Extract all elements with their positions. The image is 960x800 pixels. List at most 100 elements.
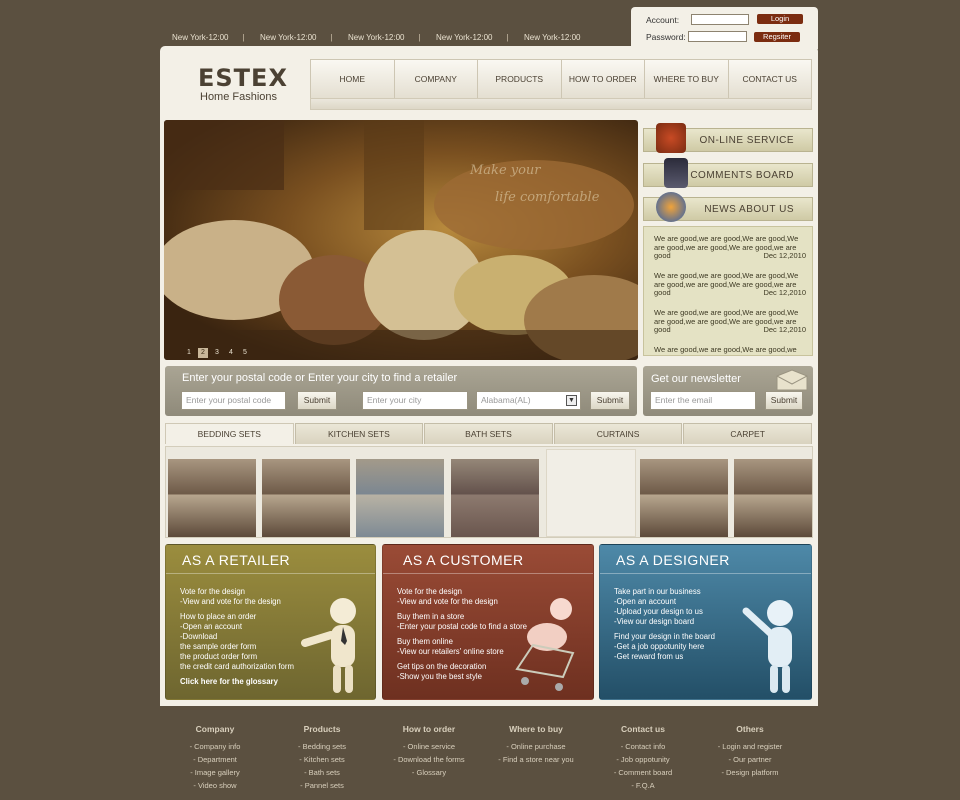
comments-board-button[interactable]: COMMENTS BOARD bbox=[643, 158, 813, 188]
footer-link[interactable]: - Download the forms bbox=[374, 753, 484, 766]
clock: New York-12:00 bbox=[524, 33, 581, 42]
footer-link[interactable]: - Department bbox=[160, 753, 270, 766]
panel-link[interactable]: -Upload your design to us bbox=[614, 607, 703, 617]
retailer-panel-title: AS A RETAILER bbox=[182, 552, 291, 568]
footer-link[interactable]: - Image gallery bbox=[160, 766, 270, 779]
news-globe-icon bbox=[656, 192, 686, 222]
news-list: We are good,we are good,We are good,We a… bbox=[643, 226, 813, 356]
slide-dot-active[interactable]: 2 bbox=[198, 348, 208, 358]
panel-link[interactable]: -Open an account bbox=[614, 597, 676, 607]
slide-dot[interactable]: 3 bbox=[212, 348, 222, 358]
clock: New York-12:00 | bbox=[260, 33, 333, 42]
footer-link[interactable]: - Video show bbox=[160, 779, 270, 792]
footer-link[interactable]: - Our partner bbox=[695, 753, 805, 766]
panel-link[interactable]: -Show you the best style bbox=[397, 672, 482, 682]
nav-home[interactable]: HOME bbox=[311, 60, 395, 98]
city-input[interactable]: Enter your city bbox=[362, 391, 468, 410]
retailer-search-bar: Enter your postal code or Enter your cit… bbox=[165, 366, 637, 416]
panel-heading: Vote for the design bbox=[397, 587, 463, 596]
panel-link[interactable]: -View our design board bbox=[614, 617, 694, 627]
login-button[interactable]: Login bbox=[757, 14, 803, 24]
news-about-us-label: NEWS ABOUT US bbox=[704, 203, 794, 215]
panel-heading: Find your design in the board bbox=[614, 632, 715, 641]
nav-products[interactable]: PRODUCTS bbox=[478, 60, 562, 98]
slide-dot[interactable]: 1 bbox=[184, 348, 194, 358]
tab-curtains[interactable]: CURTAINS bbox=[553, 423, 683, 444]
world-clocks: New York-12:00 | New York-12:00 | New York… bbox=[172, 33, 612, 45]
glossary-link[interactable]: Click here for the glossary bbox=[180, 677, 278, 687]
footer-link[interactable]: - Design platform bbox=[695, 766, 805, 779]
product-thumbnail[interactable] bbox=[640, 459, 728, 537]
footer-link[interactable]: - Login and register bbox=[695, 740, 805, 753]
product-thumbnail[interactable] bbox=[734, 459, 812, 537]
password-field[interactable] bbox=[688, 31, 747, 42]
panel-link[interactable]: the sample order form bbox=[180, 642, 256, 652]
news-about-us-button[interactable]: NEWS ABOUT US bbox=[643, 192, 813, 222]
city-submit-button[interactable]: Submit bbox=[590, 391, 630, 410]
clock: New York-12:00 | bbox=[172, 33, 245, 42]
panel-link[interactable]: -Get a job oppotunity here bbox=[614, 642, 704, 652]
product-thumbnail[interactable] bbox=[168, 459, 256, 537]
footer-column-products: Products - Bedding sets - Kitchen sets -… bbox=[267, 724, 377, 792]
account-field[interactable] bbox=[691, 14, 749, 25]
slide-indicators: 1 2 3 4 5 bbox=[184, 348, 250, 358]
panel-link[interactable]: -Get reward from us bbox=[614, 652, 683, 662]
register-button[interactable]: Regsiter bbox=[754, 32, 800, 42]
password-label: Password: bbox=[646, 32, 686, 42]
tab-bath-sets[interactable]: BATH SETS bbox=[424, 423, 553, 444]
tab-carpet[interactable]: CARPET bbox=[683, 423, 812, 444]
product-thumbnail[interactable] bbox=[451, 459, 539, 537]
newsletter-submit-button[interactable]: Submit bbox=[765, 391, 803, 410]
footer: Company - Company info - Department - Im… bbox=[160, 706, 818, 800]
footer-link[interactable]: - Job oppotunity bbox=[588, 753, 698, 766]
nav-contact-us[interactable]: CONTACT US bbox=[729, 60, 812, 98]
panel-link[interactable]: the product order form bbox=[180, 652, 257, 662]
hero-slideshow[interactable] bbox=[164, 120, 638, 360]
product-thumbnail[interactable] bbox=[262, 459, 350, 537]
footer-link[interactable]: - Bedding sets bbox=[267, 740, 377, 753]
postal-code-input[interactable]: Enter your postal code bbox=[181, 391, 286, 410]
panel-link[interactable]: -Download bbox=[180, 632, 217, 642]
footer-link[interactable]: - Company info bbox=[160, 740, 270, 753]
designer-panel: AS A DESIGNER Take part in our business … bbox=[599, 544, 812, 700]
footer-heading: Products bbox=[303, 724, 341, 734]
panel-link[interactable]: -View our retailers' online store bbox=[397, 647, 504, 657]
footer-link[interactable]: - Comment board bbox=[588, 766, 698, 779]
footer-link[interactable]: - Online purchase bbox=[481, 740, 591, 753]
nav-where-to-buy[interactable]: WHERE TO BUY bbox=[645, 60, 729, 98]
panel-link[interactable]: -View and vote for the design bbox=[180, 597, 281, 607]
panel-link[interactable]: -View and vote for the design bbox=[397, 597, 498, 607]
footer-link[interactable]: - Online service bbox=[374, 740, 484, 753]
product-thumbnail[interactable] bbox=[356, 459, 444, 537]
footer-link[interactable]: - F.Q.A bbox=[588, 779, 698, 792]
news-item[interactable]: We are good,we are good,We are good,we a… bbox=[654, 345, 806, 355]
postal-submit-button[interactable]: Submit bbox=[297, 391, 337, 410]
footer-link[interactable]: - Glossary bbox=[374, 766, 484, 779]
footer-link[interactable]: - Contact info bbox=[588, 740, 698, 753]
panel-link[interactable]: the credit card authorization form bbox=[180, 662, 294, 672]
footer-heading: Others bbox=[736, 724, 764, 734]
news-date: Dec 12,2010 bbox=[763, 251, 806, 260]
footer-link[interactable]: - Pannel sets bbox=[267, 779, 377, 792]
tab-bedding-sets[interactable]: BEDDING SETS bbox=[165, 423, 294, 444]
panel-divider bbox=[166, 573, 375, 574]
newsletter-bar: Get our newsletter Enter the email Submi… bbox=[643, 366, 813, 416]
footer-column-how-to-order: How to order - Online service - Download… bbox=[374, 724, 484, 779]
tab-kitchen-sets[interactable]: KITCHEN SETS bbox=[294, 423, 424, 444]
slide-dot[interactable]: 4 bbox=[226, 348, 236, 358]
footer-link[interactable]: - Bath sets bbox=[267, 766, 377, 779]
product-tabs: BEDDING SETS KITCHEN SETS BATH SETS CURT… bbox=[165, 423, 813, 444]
newsletter-email-input[interactable]: Enter the email bbox=[650, 391, 756, 410]
nav-how-to-order[interactable]: HOW TO ORDER bbox=[562, 60, 645, 98]
state-select[interactable]: Alabama(AL) ▼ bbox=[476, 391, 581, 410]
login-box: Account: Login Password: Regsiter bbox=[631, 7, 818, 49]
footer-link[interactable]: - Find a store near you bbox=[481, 753, 591, 766]
online-service-button[interactable]: ON-LINE SERVICE bbox=[643, 123, 813, 153]
panel-link[interactable]: -Open an account bbox=[180, 622, 242, 632]
footer-link[interactable]: - Kitchen sets bbox=[267, 753, 377, 766]
logo[interactable]: ESTEX Home Fashions bbox=[198, 66, 288, 106]
slide-dot[interactable]: 5 bbox=[240, 348, 250, 358]
nav-company[interactable]: COMPANY bbox=[395, 60, 478, 98]
footer-heading: Company bbox=[195, 724, 235, 734]
retailer-search-title: Enter your postal code or Enter your cit… bbox=[182, 372, 458, 384]
